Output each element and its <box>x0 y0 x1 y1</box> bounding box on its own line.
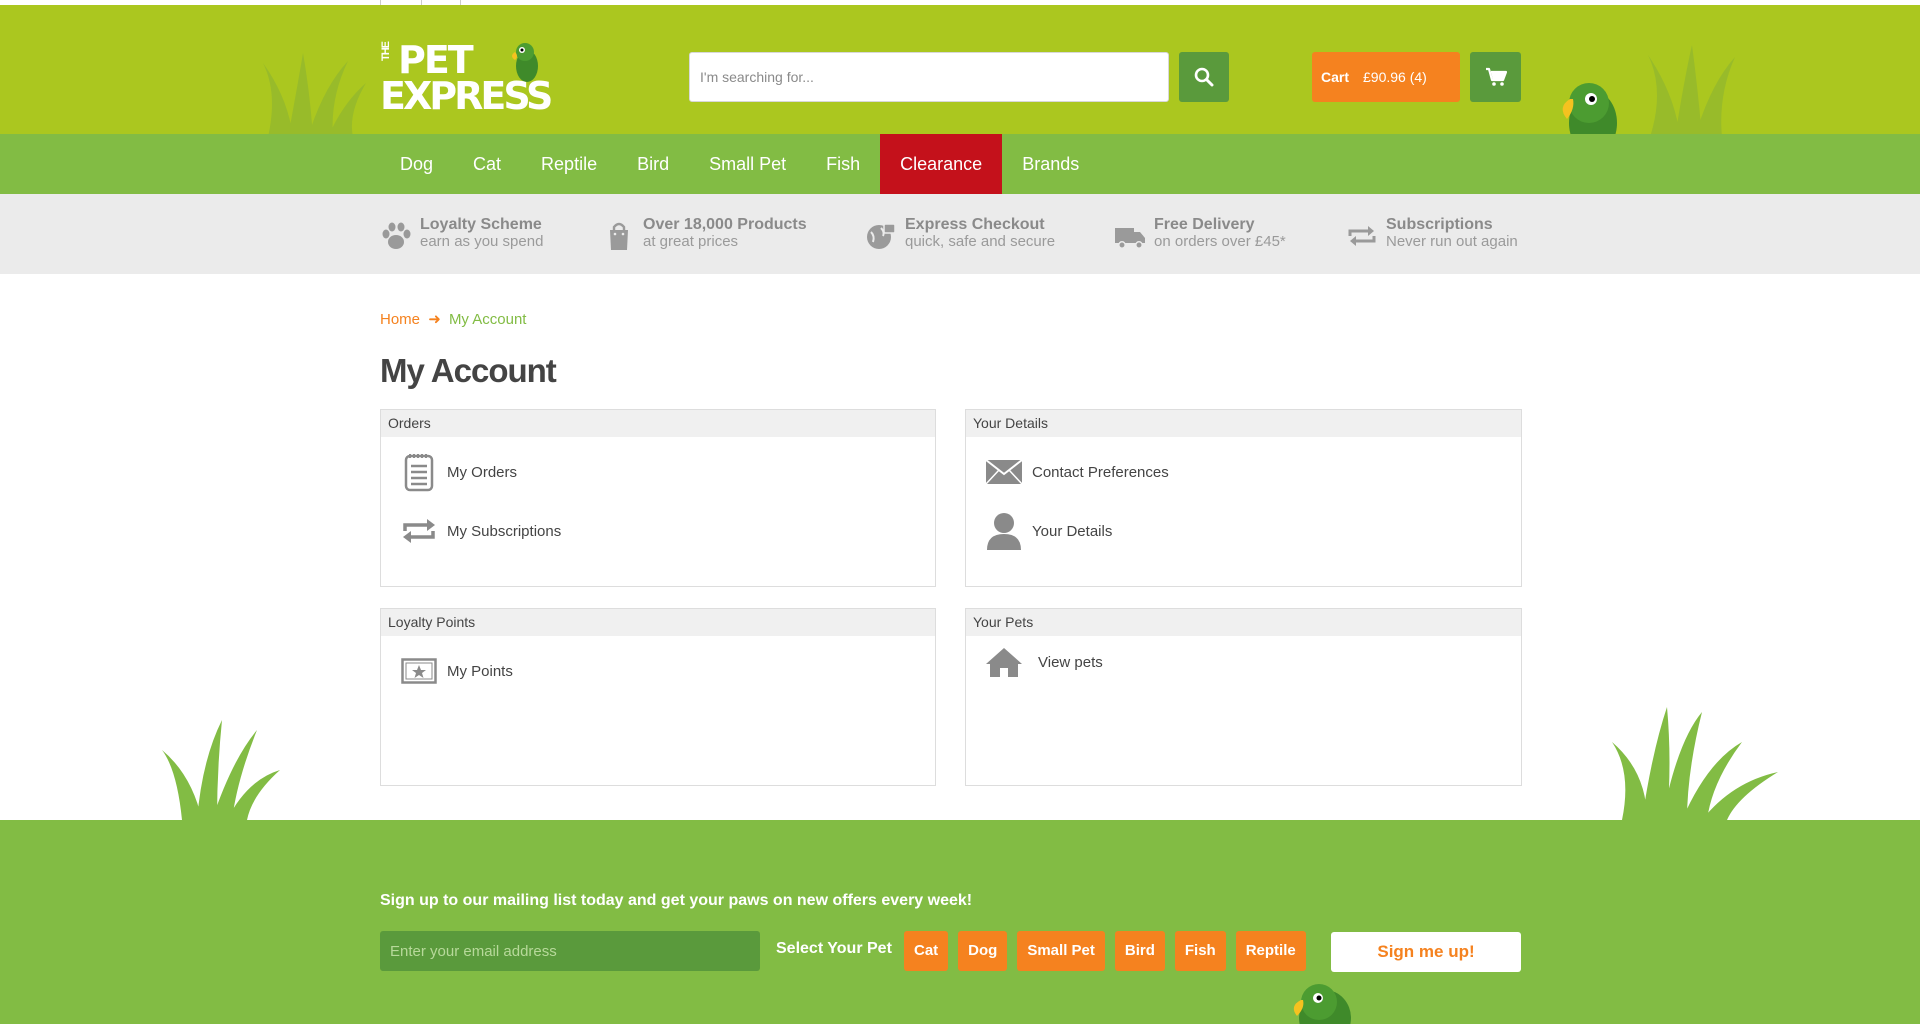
delivery-truck-icon <box>1115 228 1145 249</box>
view-pets-link[interactable]: View pets <box>984 640 1103 684</box>
my-subscriptions-link[interactable]: My Subscriptions <box>399 509 561 553</box>
pet-button-dog[interactable]: Dog <box>958 931 1008 971</box>
usp-subtitle: earn as you spend <box>420 233 544 250</box>
loyalty-points-panel: Loyalty Points My Points <box>380 608 936 786</box>
logo-the-text: THE <box>380 42 392 61</box>
breadcrumb-current: My Account <box>448 311 527 328</box>
usp-subtitle: on orders over £45* <box>1154 233 1286 250</box>
envelope-icon <box>985 459 1023 485</box>
my-points-link[interactable]: My Points <box>399 649 513 693</box>
usp-subtitle: Never run out again <box>1386 233 1518 250</box>
user-icon <box>987 513 1021 550</box>
parrot-mascot-icon <box>1293 984 1351 1024</box>
panel-row-label: My Orders <box>447 463 518 481</box>
secure-globe-icon <box>867 223 896 249</box>
search-input[interactable] <box>689 52 1169 102</box>
mailing-list-text: Sign up to our mailing list today and ge… <box>380 892 973 909</box>
grass-decoration <box>162 720 280 820</box>
usp-subtitle: at great prices <box>643 233 739 250</box>
newsletter-footer: Sign up to our mailing list today and ge… <box>0 820 1920 1024</box>
panel-title: Orders <box>381 410 935 437</box>
nav-item-bird[interactable]: Bird <box>617 134 689 194</box>
select-pet-label: Select Your Pet <box>776 940 892 957</box>
usp-title: Subscriptions <box>1386 216 1493 233</box>
panel-title: Your Pets <box>966 609 1521 636</box>
usp-title: Over 18,000 Products <box>643 216 807 233</box>
parrot-mascot-icon <box>1562 83 1617 134</box>
nav-item-brands[interactable]: Brands <box>1002 134 1099 194</box>
search-icon <box>1194 67 1214 87</box>
panel-row-label: View pets <box>1038 653 1103 671</box>
breadcrumb: Home ➜ My Account <box>380 310 526 328</box>
nav-item-small-pet[interactable]: Small Pet <box>689 134 806 194</box>
nav-item-dog[interactable]: Dog <box>380 134 453 194</box>
usp-title: Loyalty Scheme <box>420 216 542 233</box>
site-logo[interactable]: THE PET EXPRESS <box>380 38 565 118</box>
pet-button-bird[interactable]: Bird <box>1114 931 1165 971</box>
parrot-logo-icon <box>512 43 538 82</box>
page-title: My Account <box>380 352 557 389</box>
sign-up-button[interactable]: Sign me up! <box>1331 932 1521 972</box>
my-orders-link[interactable]: My Orders <box>399 450 517 494</box>
site-header: THE PET EXPRESS Cart £90.96 (4) <box>0 5 1920 134</box>
orders-panel: Orders My Orders My Subscriptions <box>380 409 936 587</box>
pet-selector: Cat Dog Small Pet Bird Fish Reptile <box>904 931 1316 971</box>
shopping-bag-icon <box>610 222 628 250</box>
search-button[interactable] <box>1179 52 1229 102</box>
cart-icon <box>1485 67 1507 86</box>
your-details-panel: Your Details Contact Preferences Your De… <box>965 409 1522 587</box>
panel-row-label: Your Details <box>1032 522 1113 540</box>
pet-button-small-pet[interactable]: Small Pet <box>1017 931 1105 971</box>
nav-item-clearance[interactable]: Clearance <box>880 134 1003 194</box>
usp-title: Free Delivery <box>1154 216 1255 233</box>
nav-item-reptile[interactable]: Reptile <box>521 134 617 194</box>
cart-label: Cart <box>1321 69 1350 85</box>
panel-title: Loyalty Points <box>381 609 935 636</box>
panel-row-label: My Subscriptions <box>447 522 562 540</box>
usp-subtitle: quick, safe and secure <box>905 233 1056 250</box>
usp-bar: Loyalty Scheme earn as you spend Over 18… <box>0 194 1920 274</box>
main-nav: Dog Cat Reptile Bird Small Pet Fish Clea… <box>0 134 1920 194</box>
panel-title: Your Details <box>966 410 1521 437</box>
pet-button-fish[interactable]: Fish <box>1174 931 1226 971</box>
grass-decoration <box>1612 707 1778 820</box>
your-pets-panel: Your Pets View pets <box>965 608 1522 786</box>
paw-icon <box>382 222 411 249</box>
breadcrumb-arrow-icon: ➜ <box>428 311 441 328</box>
repeat-icon <box>1348 226 1376 246</box>
email-field[interactable] <box>380 931 760 971</box>
star-card-icon <box>401 658 437 684</box>
order-list-icon <box>404 454 434 492</box>
grass-decoration <box>263 53 366 134</box>
cart-summary-button[interactable]: Cart £90.96 (4) <box>1312 52 1460 102</box>
house-icon <box>986 648 1022 677</box>
cart-total: £90.96 (4) <box>1363 69 1427 85</box>
panel-row-label: My Points <box>447 662 513 680</box>
nav-item-cat[interactable]: Cat <box>453 134 521 194</box>
your-details-link[interactable]: Your Details <box>984 509 1112 553</box>
grass-decoration <box>1648 45 1735 134</box>
cart-icon-button[interactable] <box>1470 52 1521 102</box>
panel-row-label: Contact Preferences <box>1032 463 1169 481</box>
contact-preferences-link[interactable]: Contact Preferences <box>984 450 1169 494</box>
repeat-icon <box>403 519 435 543</box>
nav-item-fish[interactable]: Fish <box>806 134 880 194</box>
pet-button-reptile[interactable]: Reptile <box>1235 931 1306 971</box>
breadcrumb-home-link[interactable]: Home <box>380 311 420 328</box>
pet-button-cat[interactable]: Cat <box>904 931 949 971</box>
usp-title: Express Checkout <box>905 216 1045 233</box>
